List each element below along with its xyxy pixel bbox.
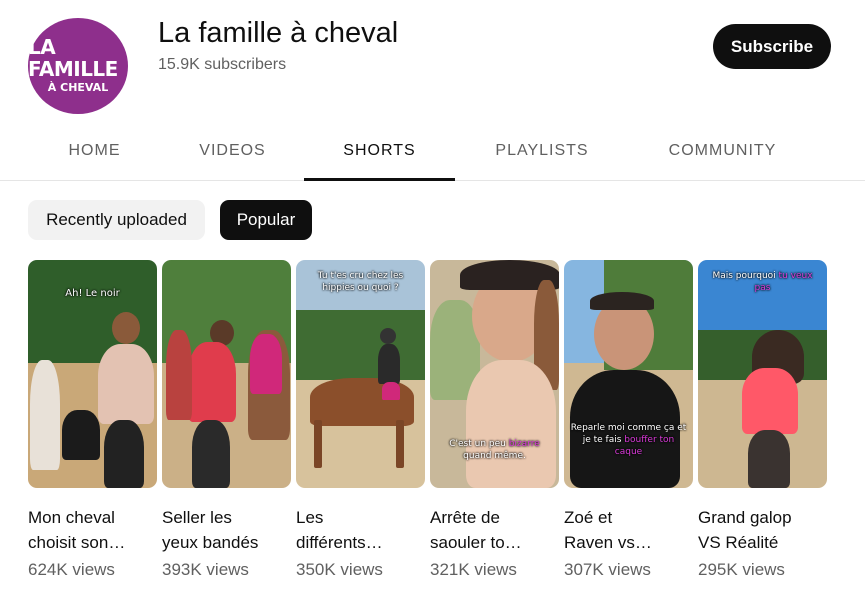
short-views: 295K views <box>698 560 785 579</box>
subscriber-count: 15.9K subscribers <box>158 56 287 73</box>
channel-header: LA FAMILLE À CHEVAL La famille à cheval … <box>0 0 865 130</box>
short-title[interactable]: Les différents… <box>296 505 425 555</box>
avatar-logo-line1: LA FAMILLE <box>28 35 118 81</box>
short-title[interactable]: Seller les yeux bandés <box>162 505 291 555</box>
short-thumbnail[interactable] <box>162 260 291 488</box>
short-views: 393K views <box>162 560 249 579</box>
tab-home[interactable]: HOME <box>58 130 131 180</box>
shorts-grid: Ah! Le noir Mon cheval choisit son… 624K… <box>28 260 828 590</box>
short-title[interactable]: Mon cheval choisit son… <box>28 505 157 555</box>
tab-videos[interactable]: VIDEOS <box>196 130 269 180</box>
short-title-line1: Zoé et <box>564 508 613 527</box>
short-title-line1: Mon cheval <box>28 508 115 527</box>
short-title-line2: VS Réalité <box>698 533 779 552</box>
short-title-line1: Arrête de <box>430 508 500 527</box>
short-views: 307K views <box>564 560 651 579</box>
short-caption-post: quand même. <box>463 451 526 461</box>
short-title-line2: Raven vs… <box>564 533 652 552</box>
short-caption: Ah! Le noir <box>65 288 120 299</box>
short-caption: C'est un peu <box>449 439 506 449</box>
channel-avatar[interactable]: LA FAMILLE À CHEVAL <box>28 18 128 114</box>
short-title[interactable]: Zoé et Raven vs… <box>564 505 693 555</box>
short-caption: Mais pourquoi <box>712 271 776 281</box>
short-thumbnail[interactable]: Tu t'es cru chez les hippies ou quoi ? <box>296 260 425 488</box>
short-item[interactable]: Ah! Le noir Mon cheval choisit son… 624K… <box>28 260 157 580</box>
short-title-line1: Seller les <box>162 508 232 527</box>
short-views: 624K views <box>28 560 115 579</box>
chip-popular[interactable]: Popular <box>220 200 312 240</box>
short-item[interactable]: Mais pourquoi tu veux pas Grand galop VS… <box>698 260 827 580</box>
short-title-line1: Grand galop <box>698 508 792 527</box>
short-caption: Tu t'es cru chez les hippies ou quoi ? <box>317 271 404 293</box>
tab-playlists[interactable]: PLAYLISTS <box>488 130 596 180</box>
short-thumbnail[interactable]: C'est un peu bizarre quand même. <box>430 260 559 488</box>
tab-shorts[interactable]: SHORTS <box>304 130 455 181</box>
tab-community[interactable]: COMMUNITY <box>660 130 785 180</box>
channel-tabs: HOME VIDEOS SHORTS PLAYLISTS COMMUNITY <box>0 130 865 181</box>
short-title[interactable]: Grand galop VS Réalité <box>698 505 827 555</box>
short-caption-accent: bouffer ton caque <box>614 435 675 457</box>
short-thumbnail[interactable]: Mais pourquoi tu veux pas <box>698 260 827 488</box>
short-title-line2: choisit son… <box>28 533 126 552</box>
avatar-logo-line2: À CHEVAL <box>47 81 109 94</box>
short-title[interactable]: Arrête de saouler to… <box>430 505 559 555</box>
channel-name: La famille à cheval <box>158 17 399 49</box>
short-item[interactable]: Tu t'es cru chez les hippies ou quoi ? L… <box>296 260 425 580</box>
short-thumbnail[interactable]: Ah! Le noir <box>28 260 157 488</box>
chip-recently-uploaded[interactable]: Recently uploaded <box>28 200 205 240</box>
short-views: 321K views <box>430 560 517 579</box>
short-title-line2: différents… <box>296 533 383 552</box>
short-thumbnail[interactable]: Reparle moi comme ça et je te fais bouff… <box>564 260 693 488</box>
short-item[interactable]: Reparle moi comme ça et je te fais bouff… <box>564 260 693 580</box>
short-item[interactable]: Seller les yeux bandés 393K views <box>162 260 291 580</box>
short-item[interactable]: C'est un peu bizarre quand même. Arrête … <box>430 260 559 580</box>
short-views: 350K views <box>296 560 383 579</box>
subscribe-button[interactable]: Subscribe <box>713 24 831 69</box>
short-title-line2: yeux bandés <box>162 533 259 552</box>
short-caption-accent: bizarre <box>508 439 540 449</box>
short-title-line1: Les <box>296 508 324 527</box>
short-title-line2: saouler to… <box>430 533 522 552</box>
